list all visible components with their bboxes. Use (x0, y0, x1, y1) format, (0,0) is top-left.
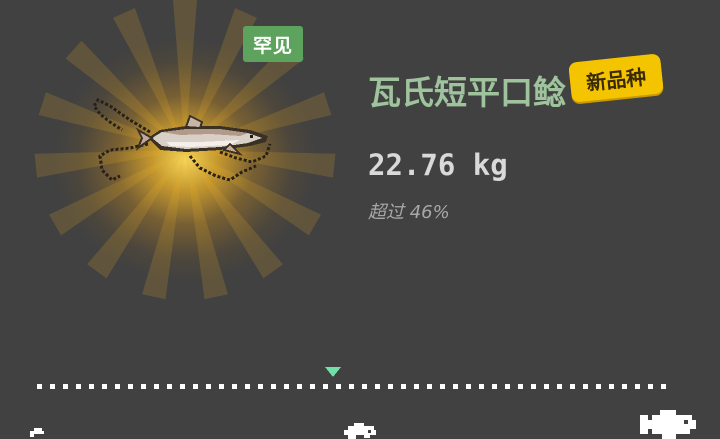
large-fish-icon (640, 410, 696, 439)
size-scale-track (37, 384, 666, 389)
size-scale (0, 360, 720, 439)
weight-percentile: 超过 46% (368, 202, 450, 223)
catch-result-screen: 罕见 瓦氏短平口鲶 新品种 22.76 kg 超过 46% (0, 0, 720, 439)
medium-fish-icon (344, 423, 376, 439)
new-species-badge: 新品种 (568, 53, 664, 103)
fish-sprite (92, 98, 272, 182)
fish-name: 瓦氏短平口鲶 (368, 73, 566, 112)
rarity-badge: 罕见 (243, 26, 303, 62)
size-marker-icon (325, 367, 341, 377)
small-fish-icon (30, 428, 44, 437)
fish-weight: 22.76 kg (368, 148, 508, 182)
